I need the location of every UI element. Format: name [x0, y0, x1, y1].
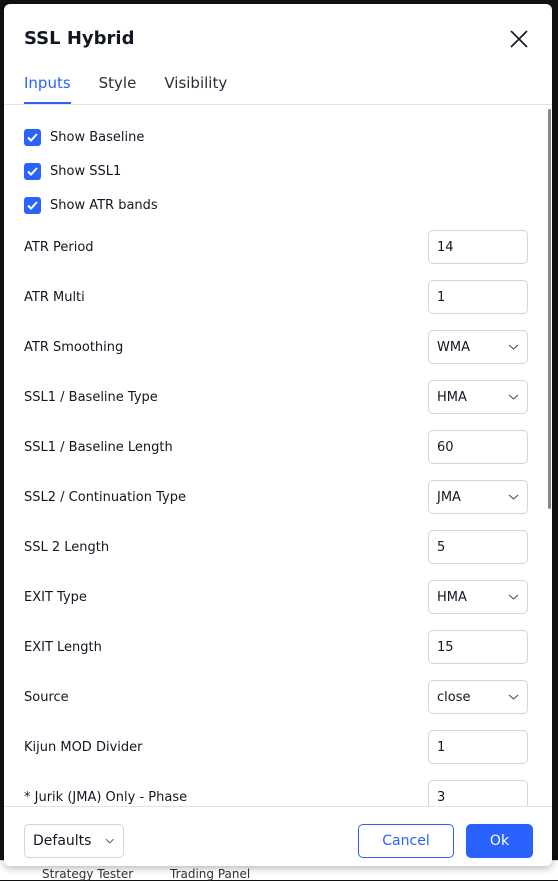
field-value: 15 — [437, 639, 454, 655]
dialog-footer: Defaults Cancel Ok — [4, 806, 552, 866]
input-row: ATR Smoothing WMA — [24, 330, 528, 364]
scrollbar[interactable] — [548, 109, 551, 509]
input-label: SSL1 / Baseline Length — [24, 439, 173, 455]
number-input[interactable]: 1 — [428, 280, 528, 314]
input-row: ATR Period 14 — [24, 230, 528, 264]
input-label: EXIT Length — [24, 639, 102, 655]
input-label: SSL2 / Continuation Type — [24, 489, 186, 505]
input-row: SSL1 / Baseline Type HMA — [24, 380, 528, 414]
field-value: 1 — [437, 289, 446, 305]
field-value: HMA — [437, 389, 467, 405]
checkbox-label: Show ATR bands — [50, 198, 158, 213]
close-icon[interactable] — [508, 28, 530, 50]
field-value: JMA — [437, 489, 461, 505]
input-row: SSL1 / Baseline Length 60 — [24, 430, 528, 464]
checkbox-checked-icon[interactable] — [24, 163, 41, 180]
field-value: WMA — [437, 339, 470, 355]
input-row: SSL2 / Continuation Type JMA — [24, 480, 528, 514]
checkbox-label: Show SSL1 — [50, 164, 122, 179]
strategy-tester-tab[interactable]: Strategy Tester — [42, 867, 133, 881]
field-value: close — [437, 689, 471, 705]
chevron-down-icon — [106, 838, 115, 844]
inputs-panel: Show Baseline Show SSL1 Show ATR bands ATR … — [4, 105, 552, 807]
select-field[interactable]: close — [428, 680, 528, 714]
tab-bar: Inputs Style Visibility — [24, 74, 227, 105]
checkbox-checked-icon[interactable] — [24, 197, 41, 214]
input-label: * Jurik (JMA) Only - Phase — [24, 789, 188, 805]
input-label: Source — [24, 689, 69, 705]
checkbox-label: Show Baseline — [50, 130, 145, 145]
tab-visibility[interactable]: Visibility — [164, 74, 227, 105]
dialog-title: SSL Hybrid — [24, 28, 135, 49]
chevron-down-icon — [508, 344, 519, 350]
number-input[interactable]: 14 — [428, 230, 528, 264]
input-row: ATR Multi 1 — [24, 280, 528, 314]
input-label: ATR Period — [24, 239, 94, 255]
defaults-label: Defaults — [33, 833, 92, 849]
number-input[interactable]: 15 — [428, 630, 528, 664]
tab-inputs[interactable]: Inputs — [24, 74, 71, 105]
input-label: ATR Smoothing — [24, 339, 124, 355]
input-row: SSL 2 Length 5 — [24, 530, 528, 564]
input-label: SSL 2 Length — [24, 539, 110, 555]
field-value: 14 — [437, 239, 454, 255]
cancel-button[interactable]: Cancel — [358, 824, 454, 858]
input-row: EXIT Type HMA — [24, 580, 528, 614]
number-input[interactable]: 60 — [428, 430, 528, 464]
select-field[interactable]: JMA — [428, 480, 528, 514]
field-value: 60 — [437, 439, 454, 455]
number-input[interactable]: 5 — [428, 530, 528, 564]
number-input[interactable]: 3 — [428, 780, 528, 807]
input-label: Kijun MOD Divider — [24, 739, 143, 755]
field-value: HMA — [437, 589, 467, 605]
input-label: EXIT Type — [24, 589, 87, 605]
field-value: 1 — [437, 739, 446, 755]
chevron-down-icon — [508, 694, 519, 700]
select-field[interactable]: WMA — [428, 330, 528, 364]
chevron-down-icon — [508, 394, 519, 400]
checkbox-checked-icon[interactable] — [24, 129, 41, 146]
checkbox-show-baseline[interactable]: Show Baseline — [24, 129, 144, 146]
defaults-dropdown[interactable]: Defaults — [24, 824, 124, 858]
select-field[interactable]: HMA — [428, 580, 528, 614]
input-label: SSL1 / Baseline Type — [24, 389, 158, 405]
input-row: * Jurik (JMA) Only - Phase 3 — [24, 780, 528, 807]
checkbox-show-ssl1[interactable]: Show SSL1 — [24, 163, 121, 180]
field-value: 5 — [437, 539, 446, 555]
input-row: EXIT Length 15 — [24, 630, 528, 664]
select-field[interactable]: HMA — [428, 380, 528, 414]
input-row: Source close — [24, 680, 528, 714]
field-value: 3 — [437, 789, 446, 805]
trading-panel-tab[interactable]: Trading Panel — [170, 867, 250, 881]
chevron-down-icon — [508, 494, 519, 500]
number-input[interactable]: 1 — [428, 730, 528, 764]
input-row: Kijun MOD Divider 1 — [24, 730, 528, 764]
tab-style[interactable]: Style — [99, 74, 137, 105]
settings-dialog: SSL Hybrid Inputs Style Visibility Show … — [4, 4, 552, 866]
checkbox-show-atr-bands[interactable]: Show ATR bands — [24, 197, 158, 214]
input-label: ATR Multi — [24, 289, 85, 305]
ok-button[interactable]: Ok — [466, 824, 533, 858]
chevron-down-icon — [508, 594, 519, 600]
